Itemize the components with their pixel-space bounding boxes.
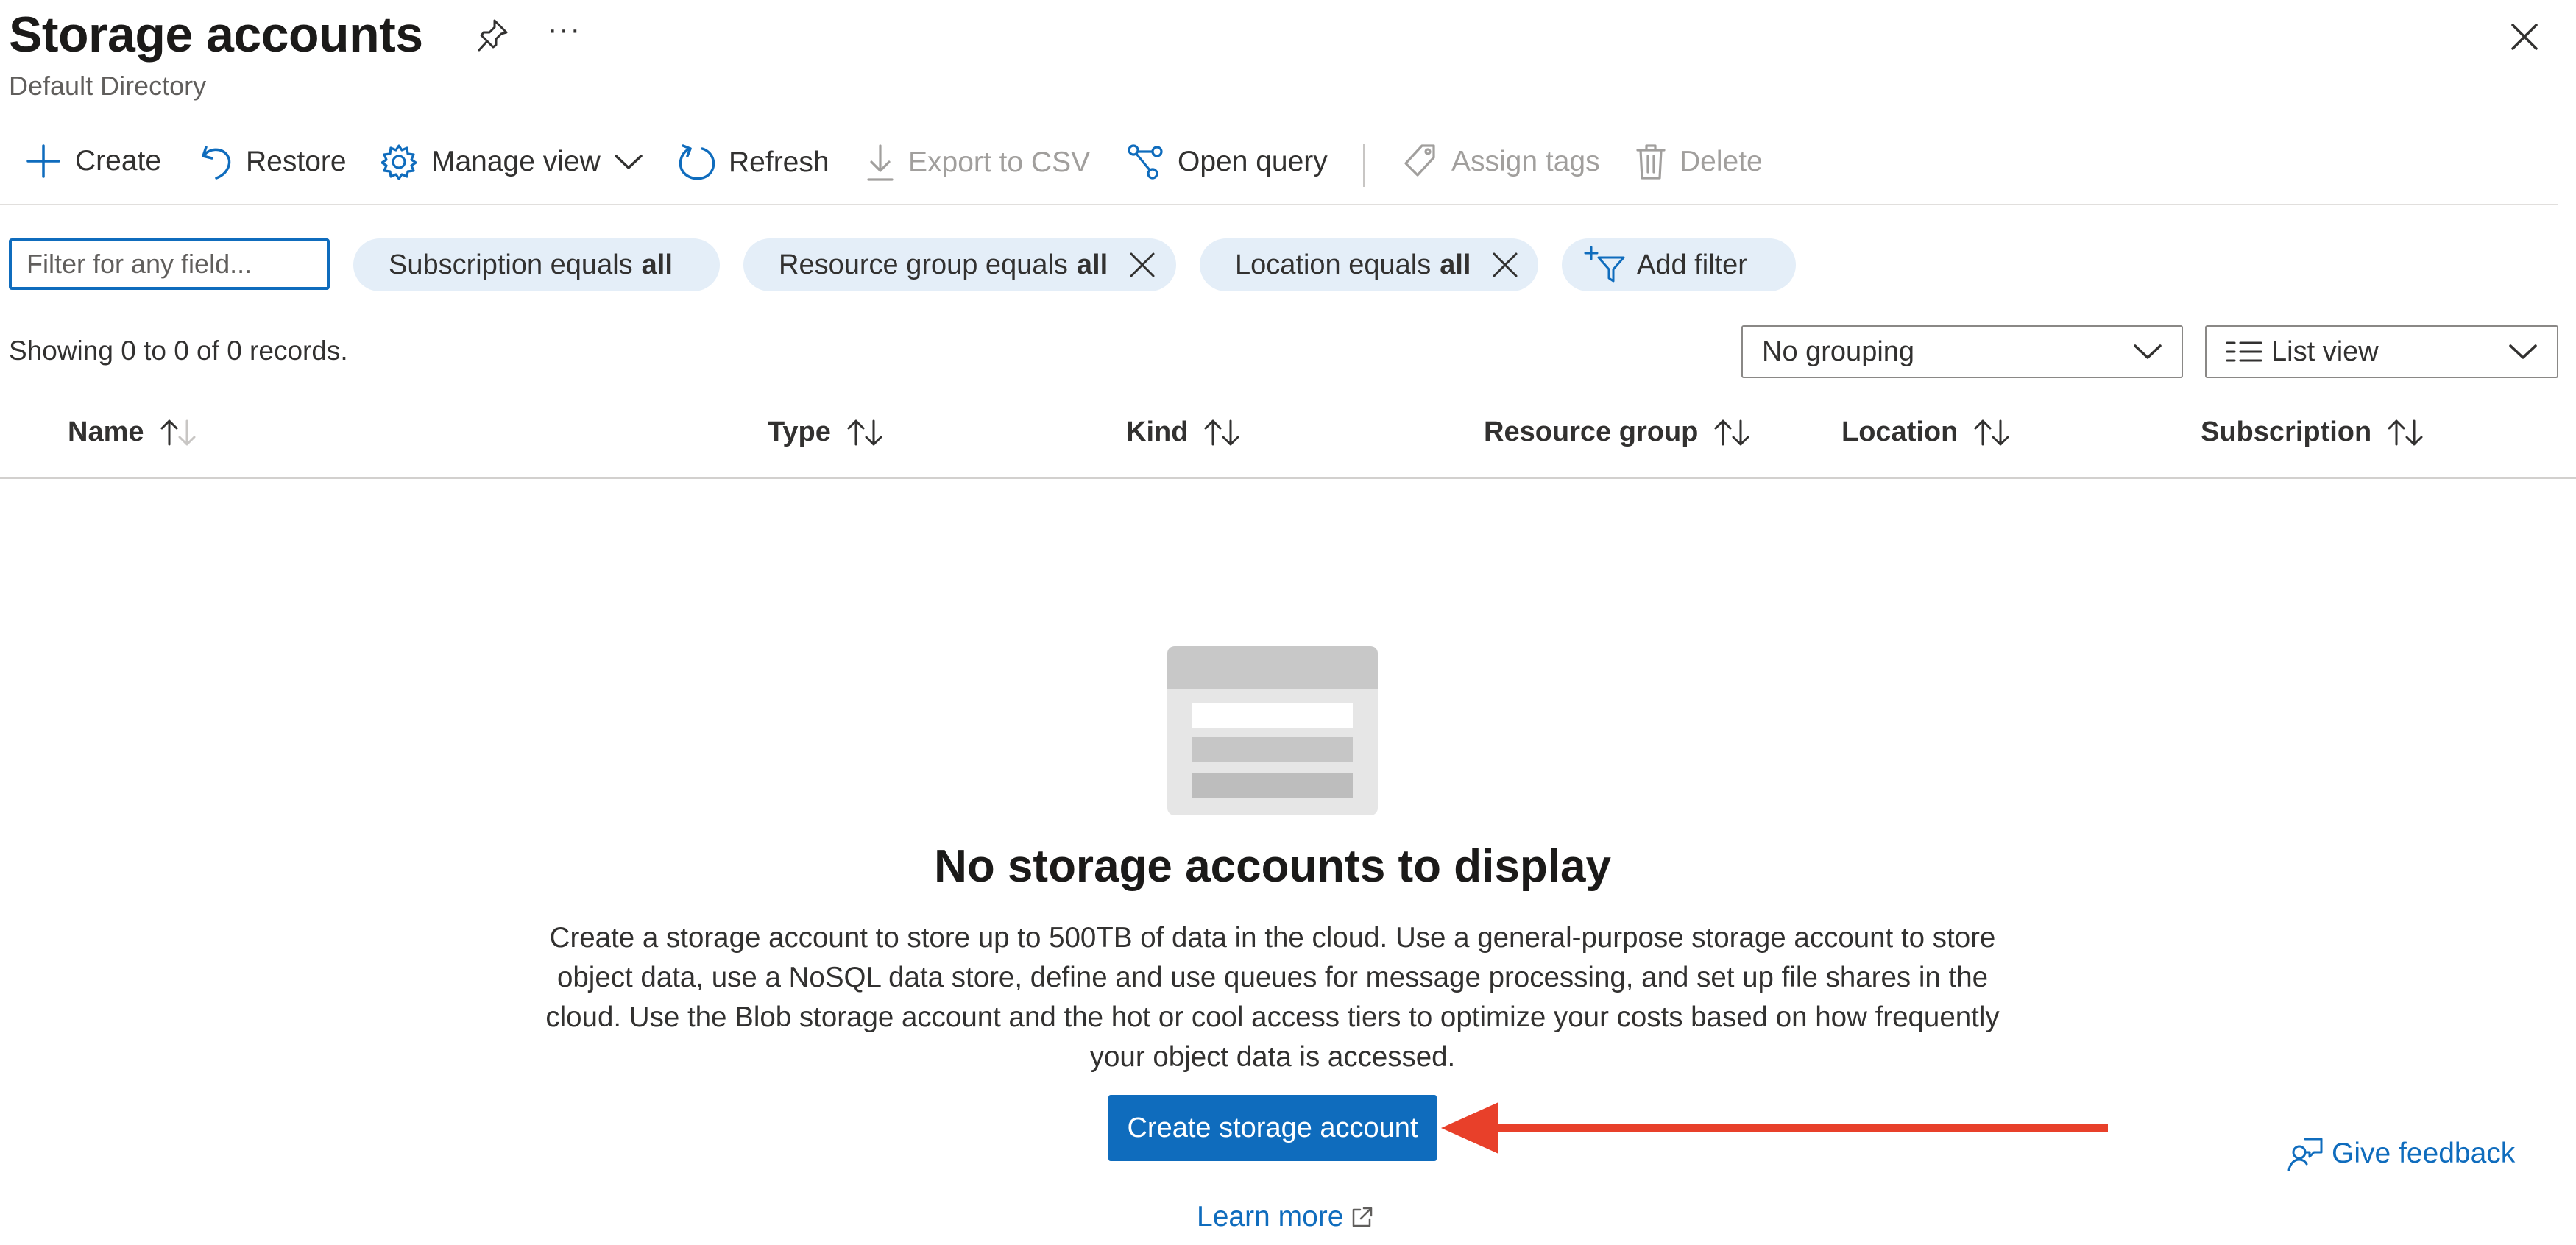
filter-input[interactable] <box>9 238 330 290</box>
pill-label: Resource group equals <box>779 249 1068 280</box>
grouping-dropdown[interactable]: No grouping <box>1741 325 2183 378</box>
refresh-button[interactable]: Refresh <box>677 143 829 182</box>
column-label: Resource group <box>1484 416 1699 447</box>
pill-value: all <box>1076 249 1108 280</box>
trash-icon <box>1635 143 1666 181</box>
refresh-label: Refresh <box>729 146 829 178</box>
list-icon <box>2226 340 2262 363</box>
resource-group-filter-pill[interactable]: Resource group equals all <box>743 238 1176 291</box>
restore-button[interactable]: Restore <box>199 143 347 181</box>
column-header-subscription[interactable]: Subscription <box>2201 416 2424 448</box>
delete-label: Delete <box>1680 146 1763 177</box>
manage-view-label: Manage view <box>431 146 601 177</box>
toolbar-separator-line <box>0 204 2558 205</box>
restore-label: Restore <box>246 146 347 177</box>
sort-icon <box>1713 418 1751 447</box>
column-header-location[interactable]: Location <box>1841 416 2011 448</box>
view-value: List view <box>2271 336 2379 367</box>
filter-add-icon <box>1584 246 1625 284</box>
pill-value: all <box>1440 249 1471 280</box>
learn-more-label: Learn more <box>1197 1201 1344 1232</box>
subscription-filter-pill[interactable]: Subscription equals all <box>353 238 720 291</box>
chevron-down-icon <box>2508 343 2538 361</box>
create-label: Create <box>75 145 162 177</box>
view-dropdown[interactable]: List view <box>2205 325 2558 378</box>
empty-state-description: Create a storage account to store up to … <box>545 922 2000 1073</box>
sort-icon <box>159 418 197 447</box>
tag-icon <box>1403 143 1438 181</box>
sort-icon <box>1203 418 1241 447</box>
grouping-value: No grouping <box>1762 336 1915 367</box>
column-header-kind[interactable]: Kind <box>1126 416 1241 448</box>
annotation-arrow <box>1440 1101 2109 1155</box>
page-title: Storage accounts <box>9 7 423 63</box>
give-feedback-label: Give feedback <box>2332 1138 2516 1169</box>
more-options-button[interactable]: ··· <box>548 13 581 46</box>
delete-button[interactable]: Delete <box>1635 143 1763 181</box>
column-label: Type <box>768 416 831 447</box>
sort-icon <box>1972 418 2011 447</box>
open-query-button[interactable]: Open query <box>1126 143 1328 181</box>
remove-filter-icon[interactable] <box>1128 251 1156 279</box>
column-header-resource-group[interactable]: Resource group <box>1484 416 1751 448</box>
column-label: Name <box>68 416 144 447</box>
close-icon[interactable] <box>2510 22 2539 52</box>
pill-value: all <box>641 249 673 280</box>
export-csv-button[interactable]: Export to CSV <box>866 143 1090 182</box>
add-filter-button[interactable]: Add filter <box>1562 238 1796 291</box>
feedback-icon <box>2287 1136 2323 1171</box>
learn-more-link[interactable]: Learn more <box>1197 1201 1374 1233</box>
sort-icon <box>2386 418 2424 447</box>
export-csv-label: Export to CSV <box>908 146 1091 178</box>
download-icon <box>866 143 895 182</box>
column-label: Kind <box>1126 416 1189 447</box>
column-header-type[interactable]: Type <box>768 416 884 448</box>
query-icon <box>1126 143 1164 181</box>
page-subtitle: Default Directory <box>9 71 207 101</box>
sort-icon <box>846 418 884 447</box>
chevron-down-icon <box>614 153 643 171</box>
chevron-down-icon <box>2133 343 2162 361</box>
manage-view-button[interactable]: Manage view <box>380 143 643 181</box>
open-query-label: Open query <box>1178 146 1328 177</box>
pill-label: Subscription equals <box>389 249 633 280</box>
column-label: Location <box>1841 416 1958 447</box>
records-count: Showing 0 to 0 of 0 records. <box>9 336 348 366</box>
refresh-icon <box>677 143 715 182</box>
create-storage-account-button[interactable]: Create storage account <box>1108 1095 1437 1161</box>
location-filter-pill[interactable]: Location equals all <box>1200 238 1538 291</box>
pill-label: Location equals <box>1235 249 1432 280</box>
plus-icon <box>25 143 62 180</box>
create-button[interactable]: Create <box>25 143 161 180</box>
column-header-name[interactable]: Name <box>68 416 197 448</box>
restore-icon <box>199 143 233 181</box>
external-link-icon <box>1351 1205 1374 1229</box>
toolbar-divider <box>1363 144 1365 187</box>
give-feedback-link[interactable]: Give feedback <box>2287 1136 2515 1171</box>
table-header-divider <box>0 477 2576 479</box>
pin-icon[interactable] <box>477 18 509 53</box>
gear-icon <box>380 143 418 181</box>
empty-state-title: No storage accounts to display <box>934 841 1611 892</box>
add-filter-label: Add filter <box>1637 249 1747 280</box>
column-label: Subscription <box>2201 416 2372 447</box>
assign-tags-label: Assign tags <box>1451 146 1600 177</box>
empty-table-illustration <box>1167 646 1378 815</box>
assign-tags-button[interactable]: Assign tags <box>1403 143 1600 181</box>
remove-filter-icon[interactable] <box>1491 251 1519 279</box>
